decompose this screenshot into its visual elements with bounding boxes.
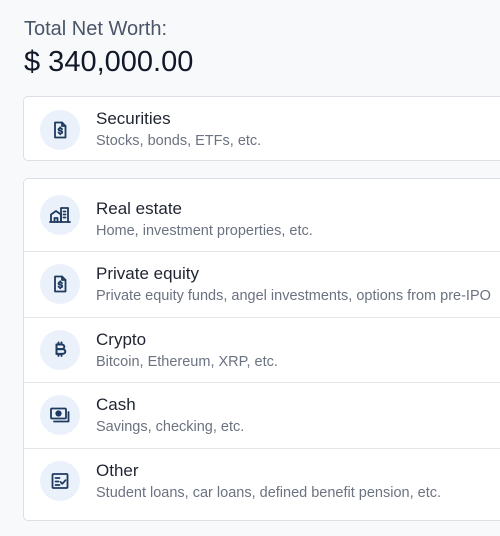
checklist-icon — [40, 461, 80, 502]
other-assets-card: Real estate Home, investment properties,… — [23, 178, 500, 521]
cash-icon — [40, 395, 80, 436]
asset-item-crypto[interactable]: Crypto Bitcoin, Ethereum, XRP, etc. — [24, 316, 500, 383]
asset-item-other[interactable]: Other Student loans, car loans, defined … — [24, 447, 500, 514]
asset-item-cash[interactable]: Cash Savings, checking, etc. — [24, 382, 500, 448]
asset-item-real-estate[interactable]: Real estate Home, investment properties,… — [24, 179, 500, 251]
asset-item-title: Real estate — [96, 199, 182, 218]
asset-item-securities[interactable]: Securities Stocks, bonds, ETFs, etc. — [24, 97, 500, 162]
asset-item-title: Securities — [96, 109, 171, 128]
asset-item-title: Cash — [96, 395, 136, 415]
asset-item-subtitle: Stocks, bonds, ETFs, etc. — [96, 133, 262, 149]
asset-item-subtitle: Student loans, car loans, defined benefi… — [96, 484, 442, 501]
net-worth-page: Total Net Worth: $ 340,000.00 Securities… — [0, 0, 500, 536]
asset-item-title: Crypto — [96, 329, 147, 349]
asset-item-title: Other — [96, 460, 139, 480]
net-worth-value: $ 340,000.00 — [24, 46, 194, 78]
securities-card: Securities Stocks, bonds, ETFs, etc. — [23, 96, 500, 161]
dollar-document-icon — [40, 264, 80, 305]
net-worth-label: Total Net Worth: — [24, 18, 168, 40]
asset-item-subtitle: Bitcoin, Ethereum, XRP, etc. — [96, 353, 278, 370]
asset-item-subtitle: Private equity funds, angel investments,… — [96, 288, 491, 304]
dollar-document-icon — [40, 109, 80, 150]
bitcoin-icon — [40, 329, 80, 370]
asset-item-private-equity[interactable]: Private equity Private equity funds, ang… — [24, 251, 500, 317]
asset-item-subtitle: Savings, checking, etc. — [96, 419, 245, 436]
asset-item-title: Private equity — [96, 264, 199, 283]
asset-item-subtitle: Home, investment properties, etc. — [96, 223, 313, 239]
building-icon — [40, 195, 80, 235]
